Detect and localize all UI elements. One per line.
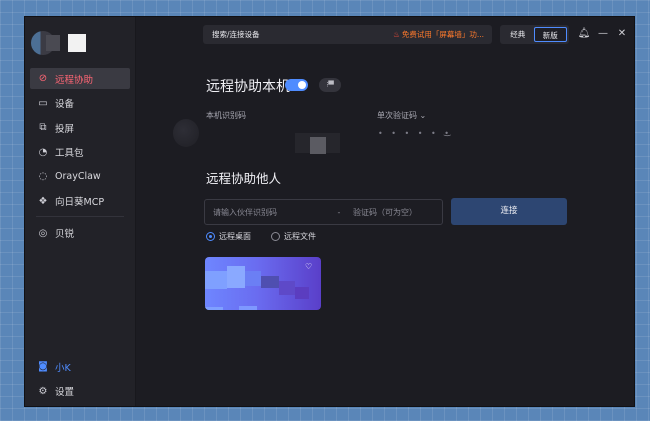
sidebar-item-label: OrayClaw (55, 171, 101, 183)
radio-unselected-icon (271, 232, 280, 241)
section-title-assist-others: 远程协助他人 (206, 171, 282, 186)
promo-link[interactable]: ♨ 免费试用「屏幕墙」功... (393, 29, 484, 40)
radio-selected-icon (206, 232, 215, 241)
sidebar-item-settings[interactable]: ⚙ 设置 (30, 381, 130, 402)
toolbox-icon: ◔ (38, 146, 48, 158)
sidebar-item-label: 投屏 (55, 123, 75, 135)
card-mosaic (205, 307, 223, 310)
card-mosaic (245, 271, 261, 286)
sidebar-item-toolbox[interactable]: ◔ 工具包 (30, 142, 130, 163)
sidebar-item-beirui[interactable]: ◎ 贝锐 (30, 223, 130, 244)
mode-classic-button[interactable]: 经典 (502, 27, 534, 42)
decorative-bubble (173, 119, 199, 147)
sidebar-item-label: 设备 (55, 99, 75, 111)
radio-remote-file[interactable]: 远程文件 (271, 231, 316, 242)
heart-icon[interactable]: ♡ (305, 262, 312, 271)
assist-self-toggle[interactable] (285, 79, 308, 91)
sidebar-item-xiaok[interactable]: ◙ 小K (30, 356, 130, 377)
connect-input-group: 请输入伙伴识别码 - 验证码（可为空） (204, 199, 443, 225)
partner-id-input[interactable]: 请输入伙伴识别码 (205, 207, 329, 218)
sidebar-item-label: 贝锐 (55, 229, 75, 241)
beirui-icon: ◎ (38, 227, 48, 239)
sidebar-nav: ⊘ 远程协助 ▭ 设备 ⧉ 投屏 ◔ 工具包 ◌ OrayClaw ❖ 向日葵M… (30, 68, 130, 247)
verify-code-input[interactable]: 验证码（可为空） (349, 207, 442, 218)
mcp-icon: ❖ (38, 195, 48, 207)
verify-code-mask: • • • • • • (378, 129, 453, 138)
claw-icon: ◌ (38, 171, 48, 183)
sidebar-item-label: 工具包 (55, 148, 84, 160)
input-separator: - (337, 207, 341, 217)
app-window: ⊘ 远程协助 ▭ 设备 ⧉ 投屏 ◔ 工具包 ◌ OrayClaw ❖ 向日葵M… (24, 16, 635, 407)
sidebar-divider (36, 215, 124, 217)
section-title-assist-self: 远程协助本机 (206, 79, 290, 95)
account-badge[interactable] (68, 34, 86, 52)
eye-icon[interactable]: ‿ (444, 127, 450, 136)
card-mosaic (279, 281, 295, 295)
sidebar-item-label: 设置 (55, 387, 75, 399)
settings-icon: ⚙ (38, 385, 48, 397)
minimize-button[interactable]: — (596, 26, 610, 42)
promo-card[interactable] (205, 257, 321, 310)
cast-icon: ⧉ (39, 122, 47, 134)
sidebar-item-remote-assist[interactable]: ⊘ 远程协助 (30, 68, 130, 89)
card-mosaic (205, 271, 227, 289)
radio-label: 远程文件 (284, 232, 316, 241)
flame-icon: ♨ (393, 30, 400, 39)
chat-chip-icon[interactable]: ⁝▀ (319, 78, 341, 92)
card-mosaic (239, 306, 257, 310)
sidebar-bottom: ◙ 小K ⚙ 设置 (30, 356, 130, 405)
radio-label: 远程桌面 (219, 232, 251, 241)
promo-text: 免费试用「屏幕墙」功... (401, 30, 484, 39)
avatar-overlay (46, 35, 60, 51)
sidebar-item-label: 远程协助 (55, 74, 94, 86)
verify-code-dropdown[interactable]: 单次验证码 ⌄ (377, 110, 426, 121)
remote-assist-icon: ⊘ (38, 73, 48, 84)
close-button[interactable]: ✕ (615, 26, 629, 42)
mode-new-button[interactable]: 新版 (533, 27, 567, 42)
monitor-icon: ▭ (38, 97, 48, 109)
sidebar-item-orayclaw[interactable]: ◌ OrayClaw (30, 166, 130, 187)
assistant-icon: ◙ (38, 361, 48, 372)
chevron-down-icon: ⌄ (419, 111, 427, 120)
search-bar[interactable]: 搜索/连接设备 ♨ 免费试用「屏幕墙」功... (203, 25, 492, 44)
search-input[interactable]: 搜索/连接设备 (212, 29, 393, 40)
sidebar-item-mcp[interactable]: ❖ 向日葵MCP (30, 191, 130, 212)
card-mosaic (295, 287, 309, 299)
sidebar-item-cast[interactable]: ⧉ 投屏 (30, 117, 130, 138)
sidebar-item-devices[interactable]: ▭ 设备 (30, 93, 130, 114)
mode-switch: 经典 新版 (500, 25, 569, 44)
verify-code-label: 单次验证码 (377, 111, 417, 120)
device-id-mosaic (310, 137, 326, 154)
connect-button[interactable]: 连接 (451, 198, 567, 225)
radio-remote-desktop[interactable]: 远程桌面 (206, 231, 251, 242)
sidebar-item-label: 小K (55, 362, 71, 374)
bell-icon[interactable]: 🔔︎ (577, 26, 591, 42)
card-mosaic (261, 276, 279, 288)
sidebar: ⊘ 远程协助 ▭ 设备 ⧉ 投屏 ◔ 工具包 ◌ OrayClaw ❖ 向日葵M… (25, 17, 136, 406)
card-mosaic (227, 266, 245, 288)
device-id-label: 本机识别码 (206, 111, 246, 120)
connection-type-radios: 远程桌面 远程文件 (206, 231, 336, 242)
sidebar-item-label: 向日葵MCP (55, 197, 105, 209)
